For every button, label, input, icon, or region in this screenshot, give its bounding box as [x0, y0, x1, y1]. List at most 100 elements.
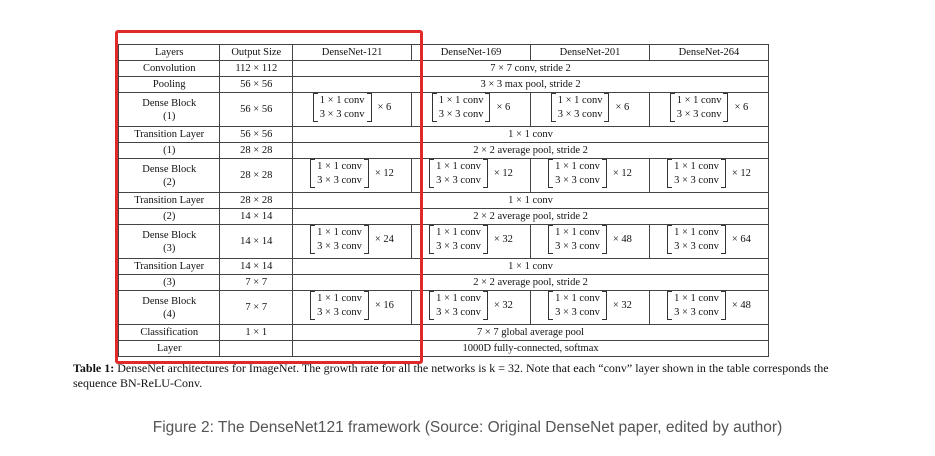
layer-name-cell: Dense Block (2): [117, 158, 221, 193]
architecture-table: Layers Output Size DenseNet-121 DenseNet…: [117, 44, 770, 357]
table-row: Transition Layer 28 × 28 1 × 1 conv: [117, 192, 769, 209]
figure-caption: Figure 2: The DenseNet121 framework (Sou…: [152, 419, 783, 436]
block-multiplier: × 6: [496, 102, 511, 113]
left-bracket: [429, 291, 435, 320]
dense-block-cell: 1 × 1 conv 3 × 3 conv × 12: [648, 158, 770, 193]
layer-name-cell: Dense Block (3): [117, 224, 221, 259]
left-bracket: [310, 225, 316, 254]
table-row: Pooling 56 × 56 3 × 3 max pool, stride 2: [117, 76, 769, 93]
block-multiplier: × 16: [374, 300, 394, 311]
conv-1x1-label: 1 × 1 conv: [674, 226, 719, 238]
conv-1x1-label: 1 × 1 conv: [438, 94, 484, 106]
output-size-cell: 7 × 7: [219, 274, 294, 291]
layer-name-cell: (3): [117, 274, 221, 291]
dense-block-bracket: 1 × 1 conv 3 × 3 conv × 48: [667, 291, 751, 320]
left-bracket: [667, 291, 673, 320]
block-multiplier: × 64: [731, 234, 751, 245]
right-bracket: [363, 159, 369, 188]
dense-block-cell: 1 × 1 conv 3 × 3 conv × 48: [530, 224, 650, 259]
right-bracket: [363, 225, 369, 254]
dense-block-bracket: 1 × 1 conv 3 × 3 conv × 16: [310, 291, 394, 320]
header-densenet-169: DenseNet-169: [411, 44, 532, 61]
table-row: (1) 28 × 28 2 × 2 average pool, stride 2: [117, 142, 769, 159]
block-multiplier: × 48: [731, 300, 751, 311]
layer-name-cell: Pooling: [117, 76, 221, 93]
dense-block-bracket: 1 × 1 conv 3 × 3 conv × 6: [431, 93, 511, 122]
dense-block-bracket: 1 × 1 conv 3 × 3 conv × 12: [667, 159, 751, 188]
header-layers: Layers: [117, 44, 221, 61]
dense-block-cell: 1 × 1 conv 3 × 3 conv × 32: [411, 290, 532, 325]
output-size-cell: 7 × 7: [219, 290, 294, 325]
layer-name: Dense Block: [142, 97, 197, 109]
output-size-cell: 56 × 56: [219, 92, 294, 127]
dense-block-cell: 1 × 1 conv 3 × 3 conv × 32: [411, 224, 532, 259]
conv-1x1-label: 1 × 1 conv: [557, 94, 603, 106]
conv-1x1-label: 1 × 1 conv: [317, 292, 362, 304]
left-bracket: [548, 225, 554, 254]
right-bracket: [720, 225, 726, 254]
conv-1x1-label: 1 × 1 conv: [674, 160, 719, 172]
conv-1x1-label: 1 × 1 conv: [555, 226, 600, 238]
dense-block-cell: 1 × 1 conv 3 × 3 conv × 64: [648, 224, 770, 259]
dense-block-cell: 1 × 1 conv 3 × 3 conv × 6: [292, 92, 413, 127]
dense-block-cell: 1 × 1 conv 3 × 3 conv × 6: [530, 92, 650, 127]
output-size-cell: 56 × 56: [219, 76, 294, 93]
left-bracket: [667, 225, 673, 254]
dense-block-bracket: 1 × 1 conv 3 × 3 conv × 6: [669, 93, 748, 122]
densenet-architecture-figure: Layers Output Size DenseNet-121 DenseNet…: [117, 44, 770, 357]
conv-3x3-label: 3 × 3 conv: [438, 108, 484, 120]
conv-3x3-label: 3 × 3 conv: [317, 306, 362, 318]
left-bracket: [548, 291, 554, 320]
layer-index: (2): [163, 176, 176, 188]
conv-3x3-label: 3 × 3 conv: [555, 306, 600, 318]
output-size-cell: 28 × 28: [219, 192, 294, 209]
layer-index: (3): [163, 242, 176, 254]
layer-name-cell: Convolution: [117, 60, 221, 77]
left-bracket: [429, 159, 435, 188]
conv-3x3-label: 3 × 3 conv: [317, 240, 362, 252]
conv-3x3-label: 3 × 3 conv: [555, 240, 600, 252]
layer-name-cell: Dense Block (1): [117, 92, 221, 127]
dense-block-cell: 1 × 1 conv 3 × 3 conv × 16: [292, 290, 413, 325]
output-size-cell: [219, 340, 294, 357]
left-bracket: [431, 93, 437, 122]
conv-3x3-label: 3 × 3 conv: [317, 174, 362, 186]
conv-1x1-label: 1 × 1 conv: [676, 94, 722, 106]
left-bracket: [550, 93, 556, 122]
table-row: Dense Block (1) 56 × 56 1 × 1 conv 3 × 3 con…: [117, 92, 770, 127]
conv-1x1-label: 1 × 1 conv: [317, 160, 362, 172]
shared-layer-cell: 7 × 7 conv, stride 2: [292, 60, 769, 77]
dense-block-cell: 1 × 1 conv 3 × 3 conv × 12: [411, 158, 532, 193]
conv-1x1-label: 1 × 1 conv: [555, 292, 600, 304]
conv-3x3-label: 3 × 3 conv: [676, 108, 722, 120]
table-row: Dense Block (4) 7 × 71 × 1 conv 3 × 3 conv ×…: [117, 290, 770, 325]
output-size-cell: 1 × 1: [219, 324, 294, 341]
block-multiplier: × 24: [374, 234, 394, 245]
block-multiplier: × 32: [612, 300, 632, 311]
conv-3x3-label: 3 × 3 conv: [557, 108, 603, 120]
dense-block-cell: 1 × 1 conv 3 × 3 conv × 12: [292, 158, 413, 193]
table-row: Transition Layer 14 × 14 1 × 1 conv: [117, 258, 769, 275]
dense-block-cell: 1 × 1 conv 3 × 3 conv × 32: [530, 290, 650, 325]
output-size-cell: 112 × 112: [219, 60, 294, 77]
right-bracket: [482, 159, 488, 188]
table-body: Convolution 112 × 112 7 × 7 conv, stride 2…: [117, 60, 770, 357]
conv-1x1-label: 1 × 1 conv: [317, 226, 362, 238]
conv-1x1-label: 1 × 1 conv: [555, 160, 600, 172]
output-size-cell: 28 × 28: [219, 158, 294, 193]
conv-3x3-label: 3 × 3 conv: [436, 174, 481, 186]
conv-3x3-label: 3 × 3 conv: [555, 174, 600, 186]
dense-block-cell: 1 × 1 conv 3 × 3 conv × 12: [530, 158, 650, 193]
block-multiplier: × 12: [493, 168, 513, 179]
table-row: Dense Block (2) 28 × 28 1 × 1 conv 3 × 3 con…: [117, 158, 770, 193]
left-bracket: [312, 93, 318, 122]
output-size-cell: 28 × 28: [219, 142, 294, 159]
layer-index: (1): [163, 110, 176, 122]
block-multiplier: × 12: [374, 168, 394, 179]
conv-3x3-label: 3 × 3 conv: [436, 306, 481, 318]
table-row: Layer 1000D fully-connected, softmax: [117, 340, 769, 357]
layer-name-cell: Dense Block (4): [117, 290, 221, 325]
right-bracket: [601, 291, 607, 320]
dense-block-bracket: 1 × 1 conv 3 × 3 conv × 12: [429, 159, 513, 188]
conv-1x1-label: 1 × 1 conv: [674, 292, 719, 304]
